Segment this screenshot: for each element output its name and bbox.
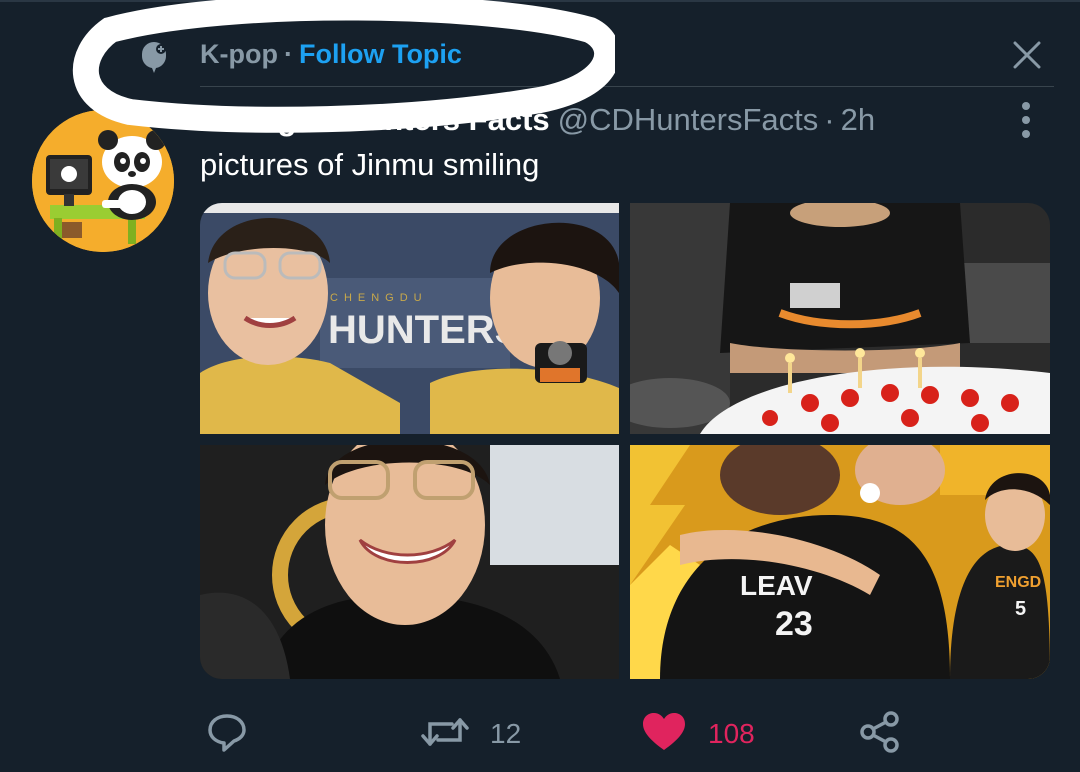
top-rule xyxy=(0,0,1080,2)
right-jersey-name-text: ENGD xyxy=(995,574,1041,591)
reply-icon xyxy=(208,714,246,752)
topic-icon xyxy=(141,42,167,73)
topic-row: K-pop · Follow Topic xyxy=(0,20,1080,90)
tweet-time[interactable]: 2h xyxy=(841,102,875,137)
retweet-icon xyxy=(421,718,469,746)
topic-name[interactable]: K-pop xyxy=(200,39,278,69)
author-handle[interactable]: @CDHuntersFacts xyxy=(558,102,819,137)
author-name[interactable]: Chengdu Hunters Facts xyxy=(200,102,550,137)
like-count: 108 xyxy=(708,718,755,749)
media-grid: CHENGDU HUNTERS LEAV 23 ENGD 5 xyxy=(200,203,1050,679)
header-separator: · xyxy=(824,102,835,137)
share-button[interactable] xyxy=(858,710,902,754)
jersey-name-text: LEAV xyxy=(740,570,813,601)
right-jersey-number-text: 5 xyxy=(1015,598,1026,620)
avatar[interactable] xyxy=(32,110,174,252)
follow-topic-button[interactable]: Follow Topic xyxy=(299,39,462,69)
more-vertical-icon[interactable] xyxy=(1010,100,1042,140)
tweet-actions: 12 108 xyxy=(0,700,1080,760)
like-button[interactable]: 108 xyxy=(640,710,770,754)
photo-3[interactable] xyxy=(200,445,619,679)
avatar-illustration xyxy=(32,110,174,252)
jersey-number-text: 23 xyxy=(775,605,813,643)
share-icon xyxy=(860,711,899,753)
topic-separator: · xyxy=(283,39,293,69)
reply-button[interactable] xyxy=(205,710,249,754)
tweet-text: pictures of Jinmu smiling xyxy=(200,147,540,182)
photo1-small-text: CHENGDU xyxy=(330,292,428,304)
close-icon[interactable] xyxy=(1008,36,1046,74)
photo-4[interactable]: LEAV 23 ENGD 5 xyxy=(630,445,1050,679)
heart-icon xyxy=(643,713,685,750)
retweet-button[interactable]: 12 xyxy=(420,710,540,754)
photo-1[interactable]: CHENGDU HUNTERS xyxy=(200,203,619,434)
topic-line: K-pop · Follow Topic xyxy=(200,37,462,71)
retweet-count: 12 xyxy=(490,718,522,749)
photo-2[interactable] xyxy=(630,203,1050,434)
divider xyxy=(200,86,1054,87)
tweet-header: Chengdu Hunters Facts @CDHuntersFacts · 2h xyxy=(200,100,875,140)
